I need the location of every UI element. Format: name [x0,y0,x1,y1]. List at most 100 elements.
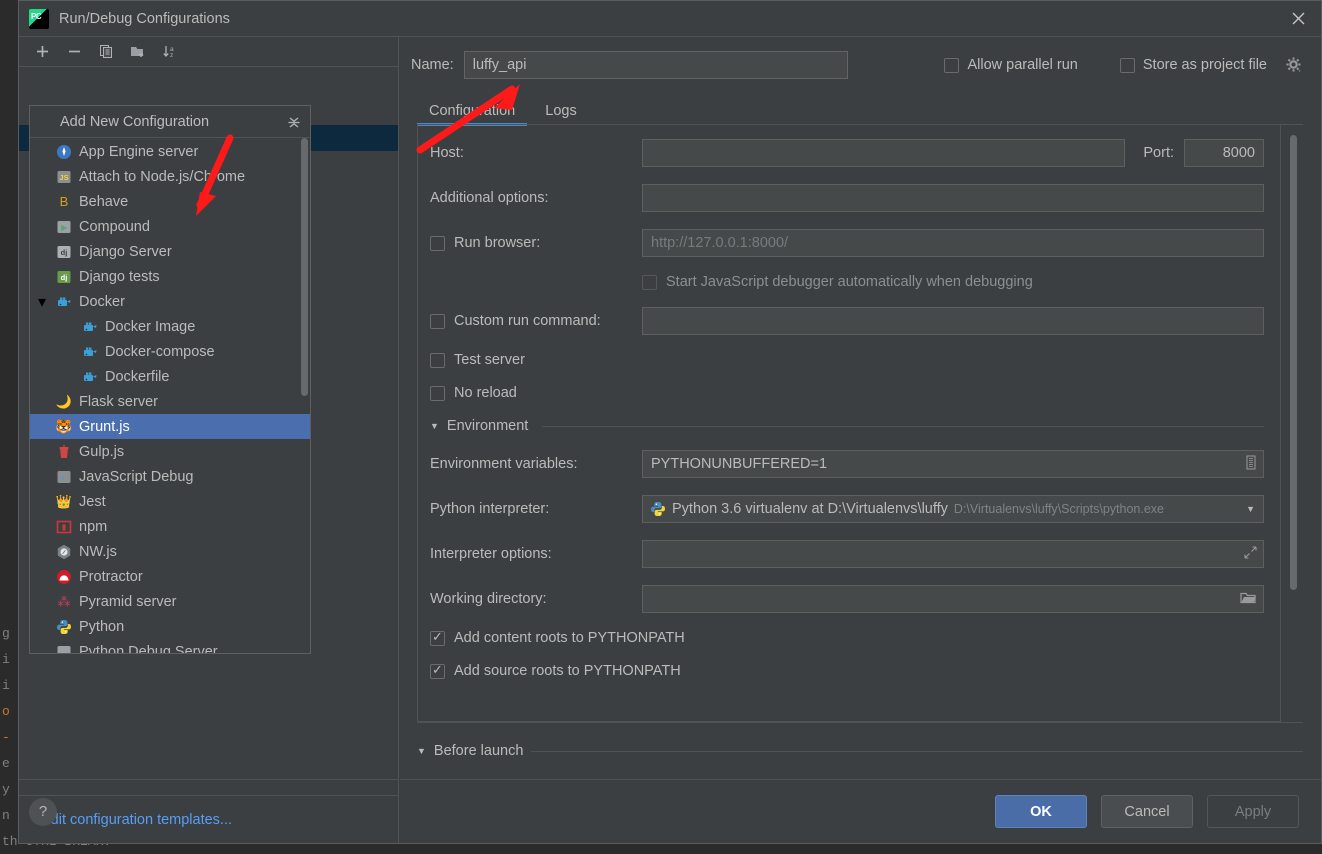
configuration-type-docker[interactable]: Docker [30,289,310,314]
configuration-type-gulp-js[interactable]: Gulp.js [30,439,310,464]
configuration-type-app-engine-server[interactable]: App Engine server [30,139,310,164]
list-item-label: Protractor [79,568,143,585]
interpreter-options-input[interactable] [642,540,1264,568]
configuration-type-nw-js[interactable]: NW.js [30,539,310,564]
configuration-type-protractor[interactable]: Protractor [30,564,310,589]
docker-icon [56,294,72,310]
custom-run-command-row: Custom run command: [430,307,1264,335]
remove-icon[interactable] [63,41,85,63]
before-launch-section[interactable]: ▼ Before launch [399,723,1321,779]
copy-icon[interactable] [95,41,117,63]
list-item[interactable]: Gulp.js [30,439,310,464]
cancel-button[interactable]: Cancel [1101,795,1193,828]
list-item[interactable]: dj Django Server [30,239,310,264]
list-item[interactable]: Docker Image [30,314,310,339]
configuration-type-django-tests[interactable]: dj Django tests [30,264,310,289]
list-item[interactable]: JS Attach to Node.js/Chrome [30,164,310,189]
python-interpreter-value: Python 3.6 virtualenv at D:\Virtualenvs\… [672,501,948,517]
custom-run-command-input[interactable] [642,307,1264,335]
configuration-type-python-debug-server[interactable]: → Python Debug Server [30,639,310,653]
configuration-type-docker-image[interactable]: Docker Image [30,314,310,339]
configuration-type-django-server[interactable]: dj Django Server [30,239,310,264]
no-reload-checkbox[interactable]: No reload [430,385,1264,401]
list-item[interactable]: Python [30,614,310,639]
list-item[interactable]: ▾ Docker [30,289,310,314]
compound-icon: ▶ [56,219,72,235]
close-icon[interactable] [1275,1,1321,36]
form-scrollbar[interactable] [1290,135,1297,590]
add-source-roots-checkbox[interactable]: Add source roots to PYTHONPATH [430,662,1264,679]
list-item-label: Flask server [79,393,158,410]
apply-button[interactable]: Apply [1207,795,1299,828]
add-content-roots-checkbox[interactable]: Add content roots to PYTHONPATH [430,629,1264,646]
configuration-type-pyramid-server[interactable]: ⁂ Pyramid server [30,589,310,614]
port-input[interactable]: 8000 [1184,139,1264,167]
custom-run-command-box [430,313,445,329]
add-icon[interactable] [31,41,53,63]
ok-button[interactable]: OK [995,795,1087,828]
add-new-configuration-popup: Add New Configuration App Engine server J… [29,105,311,654]
environment-variables-input[interactable]: PYTHONUNBUFFERED=1 [642,450,1264,478]
pycharm-logo-text: PC [31,11,42,21]
gear-icon[interactable] [1285,56,1303,74]
configuration-type-compound[interactable]: ▶ Compound [30,214,310,239]
tab-logs[interactable]: Logs [533,103,588,125]
chevron-down-icon[interactable]: ▾ [38,292,46,312]
custom-run-command-checkbox[interactable]: Custom run command: [430,313,642,329]
nwjs-icon [56,544,72,560]
start-js-debugger-checkbox[interactable]: Start JavaScript debugger automatically … [642,274,1264,290]
configuration-type-jest[interactable]: 👑 Jest [30,489,310,514]
expand-editor-icon[interactable] [1244,546,1257,562]
list-item[interactable]: ▶ Compound [30,214,310,239]
list-item[interactable]: Dockerfile [30,364,310,389]
run-browser-checkbox[interactable]: Run browser: [430,235,642,251]
test-server-checkbox[interactable]: Test server [430,352,1264,368]
configuration-type-list[interactable]: App Engine server JS Attach to Node.js/Chr… [30,138,310,653]
host-input[interactable] [642,139,1126,167]
popup-scrollbar[interactable] [301,138,308,396]
sort-alphabetically-icon[interactable]: a z [159,41,181,63]
configuration-type-attach-to-node-js-chrome[interactable]: JS Attach to Node.js/Chrome [30,164,310,189]
list-item-label: Python Debug Server [79,643,218,654]
configuration-type-npm[interactable]: npm [30,514,310,539]
list-item[interactable]: ⁂ Pyramid server [30,589,310,614]
list-item[interactable]: ◐ JavaScript Debug [30,464,310,489]
configuration-type-behave[interactable]: B Behave [30,189,310,214]
allow-parallel-run-checkbox[interactable]: Allow parallel run [944,57,1078,73]
name-input[interactable] [463,51,848,79]
collapse-all-icon[interactable] [286,114,302,130]
list-item[interactable]: App Engine server [30,139,310,164]
list-item[interactable]: NW.js [30,539,310,564]
list-item[interactable]: → Python Debug Server [30,639,310,653]
list-item[interactable]: 👑 Jest [30,489,310,514]
tab-configuration[interactable]: Configuration [417,103,528,126]
python-interpreter-select[interactable]: Python 3.6 virtualenv at D:\Virtualenvs\… [642,495,1264,523]
additional-options-input[interactable] [642,184,1264,212]
list-item[interactable]: B Behave [30,189,310,214]
edit-env-vars-icon[interactable] [1245,455,1257,473]
list-item[interactable]: Protractor [30,564,310,589]
configuration-type-grunt-js[interactable]: 🐯 Grunt.js [30,414,310,439]
list-item-label: Jest [79,493,106,510]
new-folder-icon[interactable] [127,41,149,63]
configuration-type-dockerfile[interactable]: Dockerfile [30,364,310,389]
configuration-type-python[interactable]: Python [30,614,310,639]
store-as-project-file-checkbox[interactable]: Store as project file [1119,57,1267,73]
help-button[interactable]: ? [29,797,57,826]
list-item[interactable]: 🌙 Flask server [30,389,310,414]
list-item[interactable]: dj Django tests [30,264,310,289]
list-item[interactable]: Docker-compose [30,339,310,364]
configuration-type-docker-compose[interactable]: Docker-compose [30,339,310,364]
environment-section-header[interactable]: ▼ Environment [430,418,1264,434]
folder-browse-icon[interactable] [1240,591,1257,608]
list-item[interactable]: 🐯 Grunt.js [30,414,310,439]
configuration-type-flask-server[interactable]: 🌙 Flask server [30,389,310,414]
close-glyph [1292,12,1304,25]
configuration-type-javascript-debug[interactable]: ◐ JavaScript Debug [30,464,310,489]
environment-section-label: Environment [446,418,529,434]
list-item[interactable]: npm [30,514,310,539]
working-directory-input[interactable] [642,585,1264,613]
bg-line: g [2,626,10,641]
list-item-label: Compound [79,218,150,235]
run-browser-url-input[interactable]: http://127.0.0.1:8000/ [642,229,1264,257]
